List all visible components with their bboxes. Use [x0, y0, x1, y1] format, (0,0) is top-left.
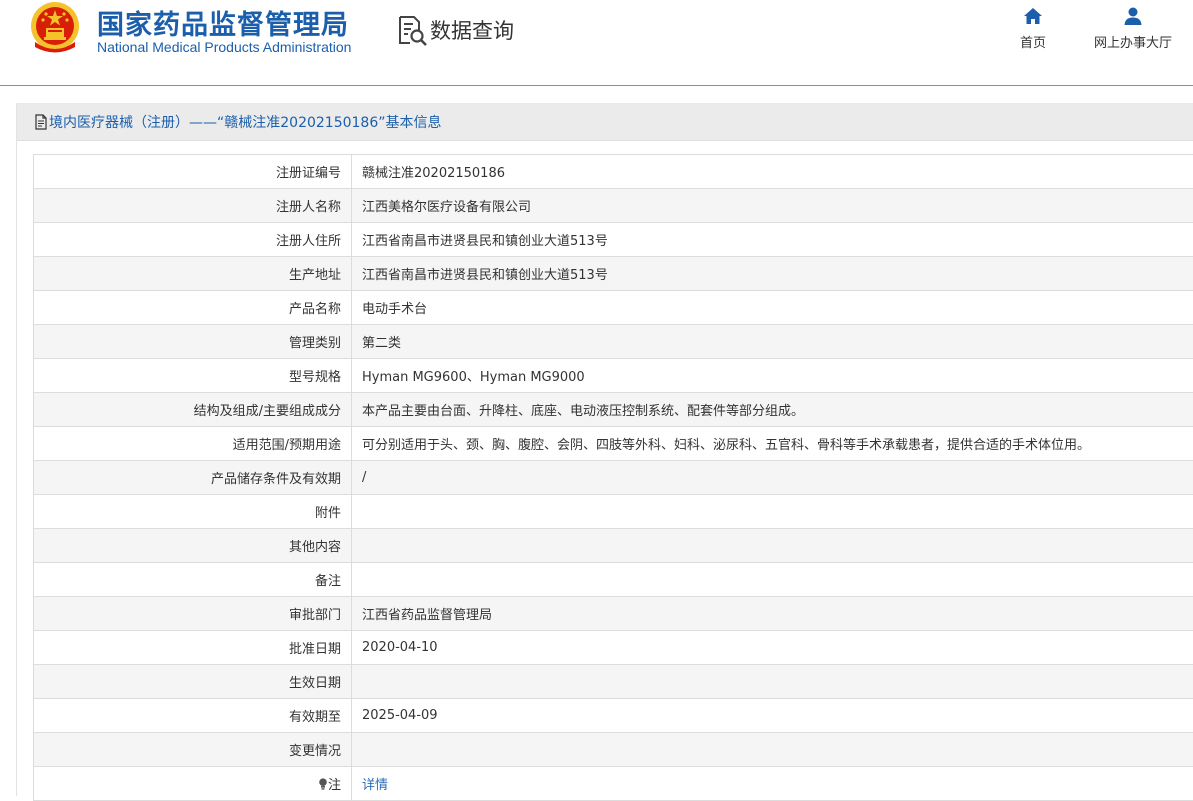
table-row: 注册人名称江西美格尔医疗设备有限公司 — [34, 189, 1193, 223]
table-row: 型号规格Hyman MG9600、Hyman MG9000 — [34, 359, 1193, 393]
site-header: 国家药品监督管理局 National Medical Products Admi… — [0, 0, 1193, 86]
field-value: 电动手术台 — [352, 291, 1193, 325]
details-link[interactable]: 详情 — [362, 778, 388, 793]
field-label: 批准日期 — [34, 631, 352, 665]
field-label: 型号规格 — [34, 359, 352, 393]
field-label: 生产地址 — [34, 257, 352, 291]
nav-home-label: 首页 — [1012, 32, 1054, 51]
user-icon — [1123, 6, 1143, 26]
field-label: 产品储存条件及有效期 — [34, 461, 352, 495]
field-label: 注册证编号 — [34, 155, 352, 189]
field-label: 产品名称 — [34, 291, 352, 325]
field-value: 江西省南昌市进贤县民和镇创业大道513号 — [352, 223, 1193, 257]
field-value: 详情 — [352, 767, 1193, 801]
info-table-body: 注册证编号赣械注准20202150186注册人名称江西美格尔医疗设备有限公司注册… — [34, 155, 1193, 801]
table-row: 附件 — [34, 495, 1193, 529]
nav-hall-label: 网上办事大厅 — [1088, 32, 1178, 51]
field-label: 结构及组成/主要组成成分 — [34, 393, 352, 427]
detail-panel: 境内医疗器械（注册）——“赣械注准20202150186”基本信息 注册证编号赣… — [16, 103, 1193, 796]
table-row: 备注 — [34, 563, 1193, 597]
field-value: / — [352, 461, 1193, 495]
field-value: 2020-04-10 — [352, 631, 1193, 665]
field-value — [352, 529, 1193, 563]
table-row: 管理类别第二类 — [34, 325, 1193, 359]
field-label: 有效期至 — [34, 699, 352, 733]
table-row: 注 详情 — [34, 767, 1193, 801]
document-search-icon — [396, 14, 428, 46]
national-emblem-icon[interactable] — [29, 0, 81, 56]
table-row: 批准日期2020-04-10 — [34, 631, 1193, 665]
panel-header: 境内医疗器械（注册）——“赣械注准20202150186”基本信息 — [17, 103, 1193, 141]
field-label: 审批部门 — [34, 597, 352, 631]
table-row: 产品储存条件及有效期/ — [34, 461, 1193, 495]
field-value: 江西省南昌市进贤县民和镇创业大道513号 — [352, 257, 1193, 291]
field-label: 注 — [34, 767, 352, 801]
field-value: Hyman MG9600、Hyman MG9000 — [352, 359, 1193, 393]
table-row: 变更情况 — [34, 733, 1193, 767]
field-value — [352, 665, 1193, 699]
data-query-heading: 数据查询 — [396, 14, 514, 46]
bulb-icon — [318, 778, 328, 790]
table-row: 产品名称电动手术台 — [34, 291, 1193, 325]
note-label: 注 — [328, 778, 341, 793]
field-value: 江西省药品监督管理局 — [352, 597, 1193, 631]
field-label: 备注 — [34, 563, 352, 597]
field-label: 变更情况 — [34, 733, 352, 767]
table-row: 其他内容 — [34, 529, 1193, 563]
field-label: 生效日期 — [34, 665, 352, 699]
field-label: 附件 — [34, 495, 352, 529]
table-row: 生产地址江西省南昌市进贤县民和镇创业大道513号 — [34, 257, 1193, 291]
info-table: 注册证编号赣械注准20202150186注册人名称江西美格尔医疗设备有限公司注册… — [33, 154, 1193, 801]
field-label: 注册人住所 — [34, 223, 352, 257]
table-row: 适用范围/预期用途可分别适用于头、颈、胸、腹腔、会阴、四肢等外科、妇科、泌尿科、… — [34, 427, 1193, 461]
field-value: 可分别适用于头、颈、胸、腹腔、会阴、四肢等外科、妇科、泌尿科、五官科、骨科等手术… — [352, 427, 1193, 461]
site-title[interactable]: 国家药品监督管理局 — [97, 3, 349, 42]
field-label: 注册人名称 — [34, 189, 352, 223]
data-query-label: 数据查询 — [430, 15, 514, 45]
field-value — [352, 563, 1193, 597]
field-value — [352, 733, 1193, 767]
field-value: 第二类 — [352, 325, 1193, 359]
table-row: 审批部门江西省药品监督管理局 — [34, 597, 1193, 631]
panel-title: 境内医疗器械（注册）——“赣械注准20202150186”基本信息 — [49, 112, 441, 132]
nav-home[interactable]: 首页 — [1012, 6, 1054, 51]
table-row: 结构及组成/主要组成成分本产品主要由台面、升降柱、底座、电动液压控制系统、配套件… — [34, 393, 1193, 427]
field-value: 江西美格尔医疗设备有限公司 — [352, 189, 1193, 223]
field-value: 本产品主要由台面、升降柱、底座、电动液压控制系统、配套件等部分组成。 — [352, 393, 1193, 427]
field-value: 赣械注准20202150186 — [352, 155, 1193, 189]
site-subtitle[interactable]: National Medical Products Administration — [97, 39, 351, 55]
field-label: 管理类别 — [34, 325, 352, 359]
field-label: 其他内容 — [34, 529, 352, 563]
field-label: 适用范围/预期用途 — [34, 427, 352, 461]
document-icon — [34, 114, 48, 130]
table-row: 注册人住所江西省南昌市进贤县民和镇创业大道513号 — [34, 223, 1193, 257]
field-value: 2025-04-09 — [352, 699, 1193, 733]
table-row: 生效日期 — [34, 665, 1193, 699]
table-row: 注册证编号赣械注准20202150186 — [34, 155, 1193, 189]
home-icon — [1023, 6, 1043, 26]
nav-online-service-hall[interactable]: 网上办事大厅 — [1088, 6, 1178, 51]
table-row: 有效期至2025-04-09 — [34, 699, 1193, 733]
header-divider — [0, 85, 1193, 86]
field-value — [352, 495, 1193, 529]
